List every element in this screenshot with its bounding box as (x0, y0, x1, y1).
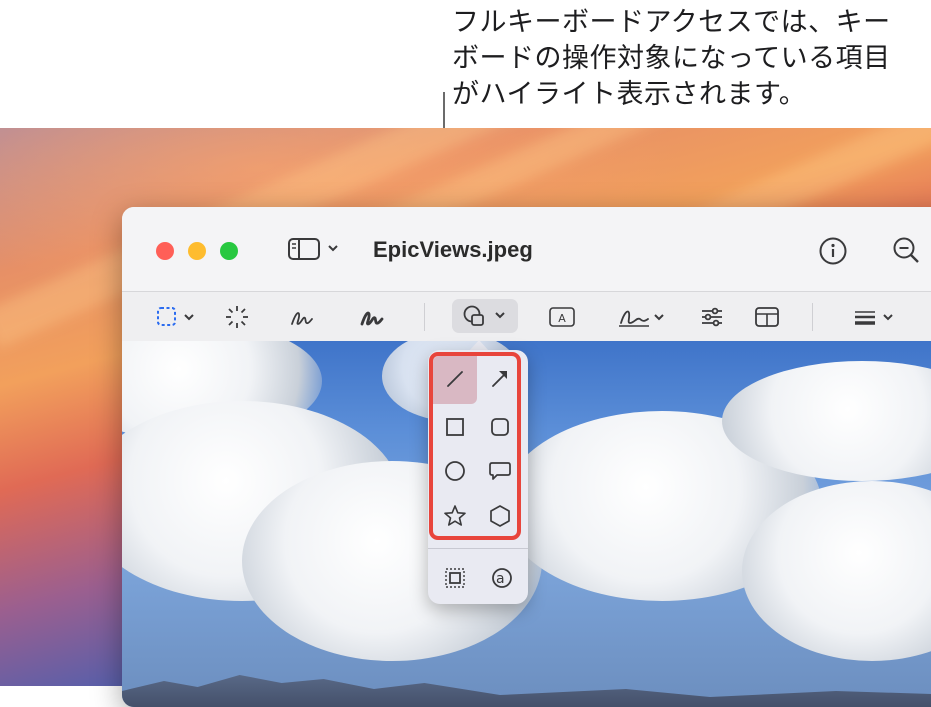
toolbar-separator (812, 303, 813, 331)
zoom-out-button[interactable] (892, 236, 922, 271)
sliders-icon (702, 307, 722, 327)
draw-button[interactable] (359, 305, 385, 334)
sketch-button[interactable] (289, 305, 315, 334)
text-box-icon: A (549, 307, 575, 327)
toolbar-separator (424, 303, 425, 331)
zoom-button[interactable] (220, 242, 238, 260)
rect-selection-button[interactable] (156, 305, 200, 334)
loupe-icon: a (492, 568, 512, 588)
layout-icon (755, 307, 779, 327)
sidebar-icon (288, 238, 338, 260)
adjust-color-button[interactable] (699, 305, 725, 334)
minimize-button[interactable] (188, 242, 206, 260)
popover-separator (428, 548, 528, 549)
signature-icon (619, 310, 664, 327)
shapes-button[interactable] (452, 299, 518, 333)
line-style-button[interactable] (852, 305, 898, 334)
sketch-icon (291, 312, 313, 325)
instant-alpha-button[interactable] (224, 304, 250, 335)
mountain-range (122, 675, 931, 707)
line-style-icon (855, 311, 893, 325)
callout-text: フルキーボードアクセスでは、キー ボードの操作対象になっている項目 がハイライト… (452, 7, 891, 109)
text-button[interactable]: A (548, 306, 576, 333)
mask-icon (445, 568, 465, 588)
svg-text:A: A (558, 312, 566, 325)
sign-button[interactable] (615, 305, 671, 336)
close-button[interactable] (156, 242, 174, 260)
info-icon (819, 237, 847, 265)
mask-button[interactable] (433, 556, 477, 600)
page-layout-button[interactable] (754, 305, 780, 334)
window-title: EpicViews.jpeg (373, 237, 533, 262)
sidebar-toggle-button[interactable] (288, 237, 340, 266)
draw-icon (360, 311, 384, 326)
title-bar: EpicViews.jpeg (122, 207, 931, 292)
shapes-icon (463, 305, 505, 326)
zoom-out-icon (893, 237, 919, 263)
instant-alpha-icon (226, 306, 248, 328)
rect-selection-icon (157, 307, 194, 326)
keyboard-focus-ring (429, 352, 521, 540)
info-button[interactable] (818, 236, 848, 271)
svg-text:a: a (496, 571, 505, 587)
loupe-button[interactable]: a (478, 556, 522, 600)
